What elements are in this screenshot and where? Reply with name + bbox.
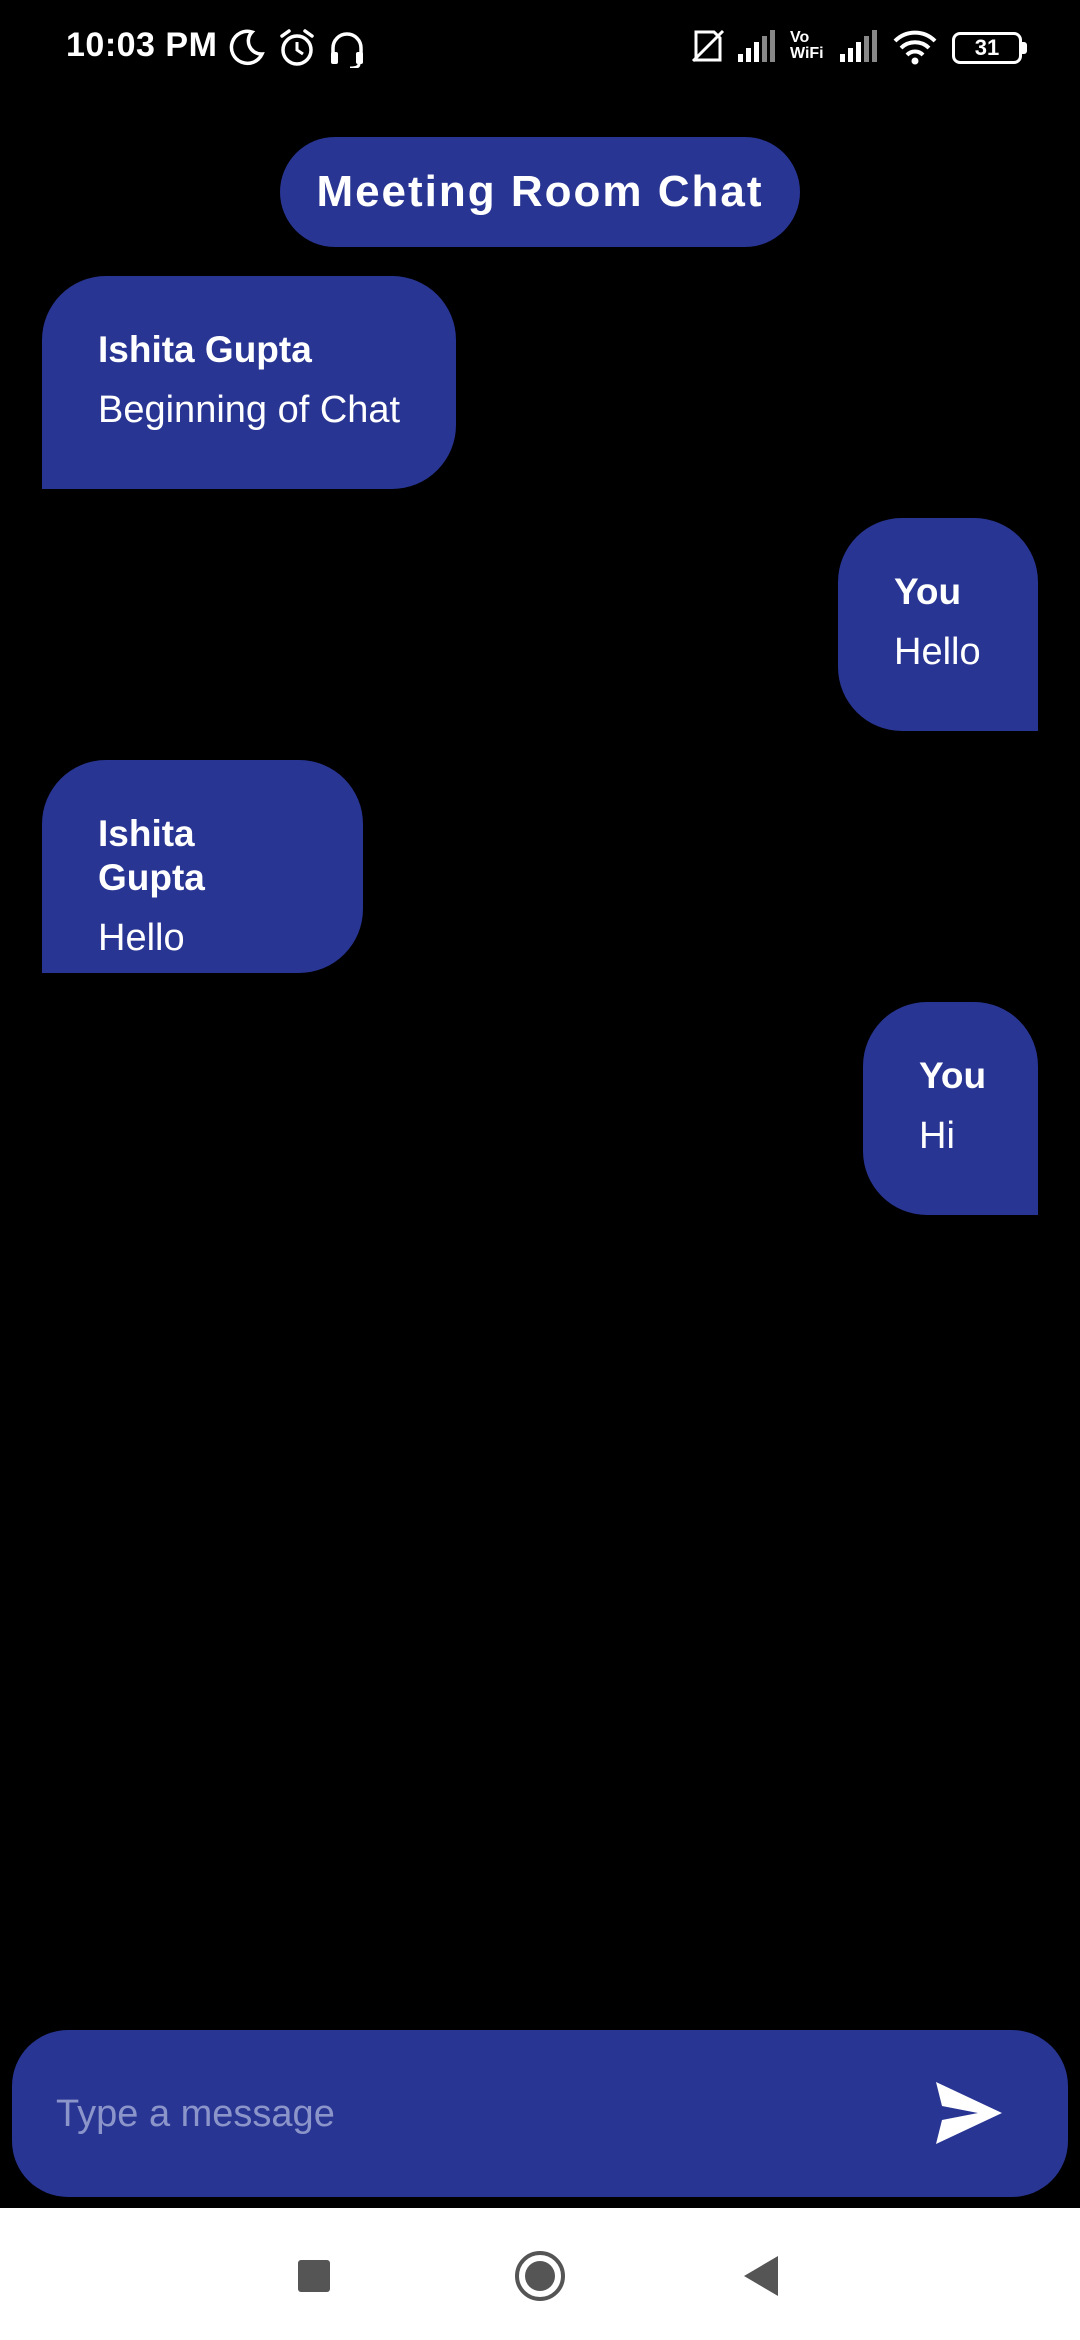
signal-icon	[838, 28, 878, 64]
back-icon	[744, 2256, 778, 2296]
message-text: Hello	[98, 917, 185, 959]
home-button[interactable]	[512, 2248, 568, 2304]
battery-cap	[1022, 42, 1027, 54]
alarm-icon	[278, 28, 316, 68]
recents-icon	[298, 2260, 330, 2292]
send-icon	[936, 2082, 1002, 2144]
message-sender: You	[919, 1055, 987, 1096]
status-bar: 10:03 PM Vo WiFi 31	[0, 0, 1080, 100]
message-bubble: You Hello	[838, 518, 1038, 731]
headset-icon	[328, 28, 366, 68]
message-text: Hello	[894, 631, 981, 673]
status-time: 10:03 PM	[66, 26, 218, 64]
battery-level: 31	[974, 35, 1000, 60]
back-button[interactable]	[736, 2248, 792, 2304]
home-icon	[515, 2251, 565, 2301]
wifi-icon	[892, 28, 938, 66]
message-text: Hi	[919, 1115, 955, 1157]
navigation-bar	[0, 2208, 1080, 2340]
message-bubble: Ishita Gupta Beginning of Chat	[42, 276, 456, 489]
recents-button[interactable]	[286, 2248, 342, 2304]
message-sender: Ishita Gupta	[98, 329, 312, 370]
vowifi-icon: Vo WiFi	[790, 29, 824, 62]
message-sender: You	[894, 571, 962, 612]
moon-icon	[228, 28, 266, 66]
message-input[interactable]	[56, 2074, 876, 2154]
no-sim-icon	[690, 28, 726, 64]
send-button[interactable]	[934, 2080, 1004, 2146]
chat-screen: 10:03 PM Vo WiFi 31 Meeting Room Chat Is…	[0, 0, 1080, 2340]
message-bubble: Ishita Gupta Hello	[42, 760, 363, 973]
message-text: Beginning of Chat	[98, 389, 401, 431]
signal-icon	[736, 28, 776, 64]
message-sender: Ishita Gupta	[98, 813, 205, 898]
message-bubble: You Hi	[863, 1002, 1038, 1215]
page-title: Meeting Room Chat	[280, 137, 800, 247]
message-composer	[12, 2030, 1068, 2197]
